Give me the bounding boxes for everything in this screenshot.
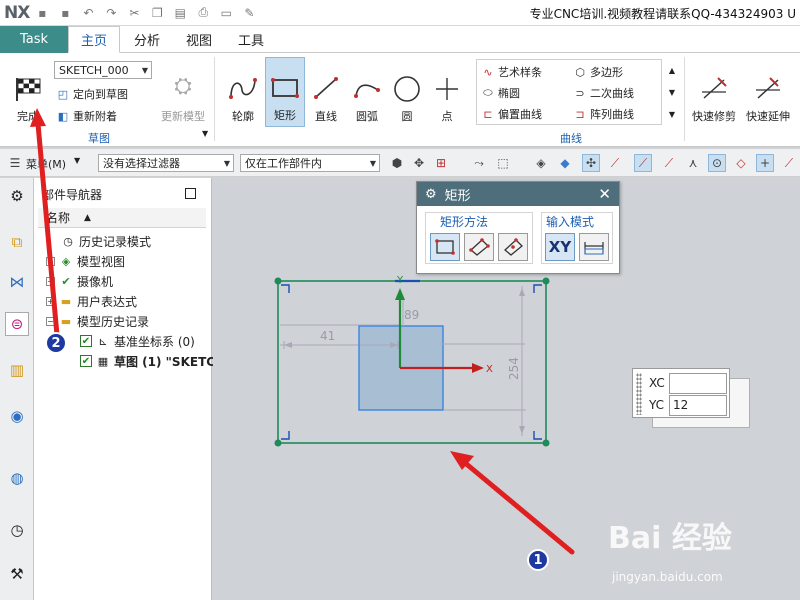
- center-rect-icon: [504, 238, 523, 256]
- rect-corner-point[interactable]: [542, 439, 550, 447]
- parameter-mode-button[interactable]: [579, 233, 609, 261]
- from-center-button[interactable]: [498, 233, 528, 261]
- y-axis-arrow: [395, 288, 405, 300]
- dialog-title-bar[interactable]: ⚙ 矩形: [417, 182, 619, 206]
- height-dimension-small[interactable]: 89: [404, 308, 419, 322]
- rectangle-method-label: 矩形方法: [440, 215, 489, 229]
- svg-text:Bai 经验: Bai 经验: [608, 521, 732, 556]
- xc-label: XC: [649, 376, 665, 390]
- by-3-points-button[interactable]: [464, 233, 494, 261]
- xc-input[interactable]: [669, 372, 727, 394]
- baidu-watermark-logo: Bai 经验: [608, 521, 732, 556]
- close-icon[interactable]: ✕: [598, 185, 611, 203]
- y-axis-label: Y: [396, 275, 404, 286]
- x-axis-arrow: [472, 363, 484, 373]
- step-badge-2: 2: [45, 332, 67, 354]
- rectangle-method-group: 矩形方法: [425, 212, 533, 264]
- coordinate-input-box: XC YC 12: [632, 368, 730, 418]
- x-axis-label: X: [486, 364, 493, 375]
- xc-row: XC: [649, 372, 727, 394]
- annotation-arrow-1: [450, 451, 575, 555]
- yc-label: YC: [649, 398, 665, 412]
- drag-handle-icon[interactable]: [636, 373, 642, 415]
- input-mode-group: 输入模式 XY: [541, 212, 613, 264]
- by-2-points-button[interactable]: [430, 233, 460, 261]
- rect-corner-point[interactable]: [542, 277, 550, 285]
- watermark-url: jingyan.baidu.com: [612, 570, 723, 584]
- step-badge-1: 1: [527, 549, 549, 571]
- width-dimension[interactable]: 41: [320, 329, 335, 343]
- height-dimension-large[interactable]: 254: [507, 357, 521, 380]
- xy-mode-button[interactable]: XY: [545, 233, 575, 261]
- yc-input[interactable]: 12: [669, 394, 727, 416]
- parameter-mode-icon: [584, 242, 604, 255]
- three-point-rect-icon: [469, 238, 490, 256]
- rectangle-dialog: ⚙ 矩形 ✕ 矩形方法 输入模式 XY: [416, 181, 620, 274]
- two-point-rect-icon: [435, 239, 455, 255]
- annotation-arrow-2: [30, 108, 60, 338]
- gear-icon[interactable]: ⚙: [425, 187, 437, 202]
- dialog-title: 矩形: [444, 188, 471, 204]
- yc-row: YC 12: [649, 394, 727, 416]
- rect-corner-point[interactable]: [274, 277, 282, 285]
- rect-corner-point[interactable]: [274, 439, 282, 447]
- input-mode-label: 输入模式: [546, 215, 595, 229]
